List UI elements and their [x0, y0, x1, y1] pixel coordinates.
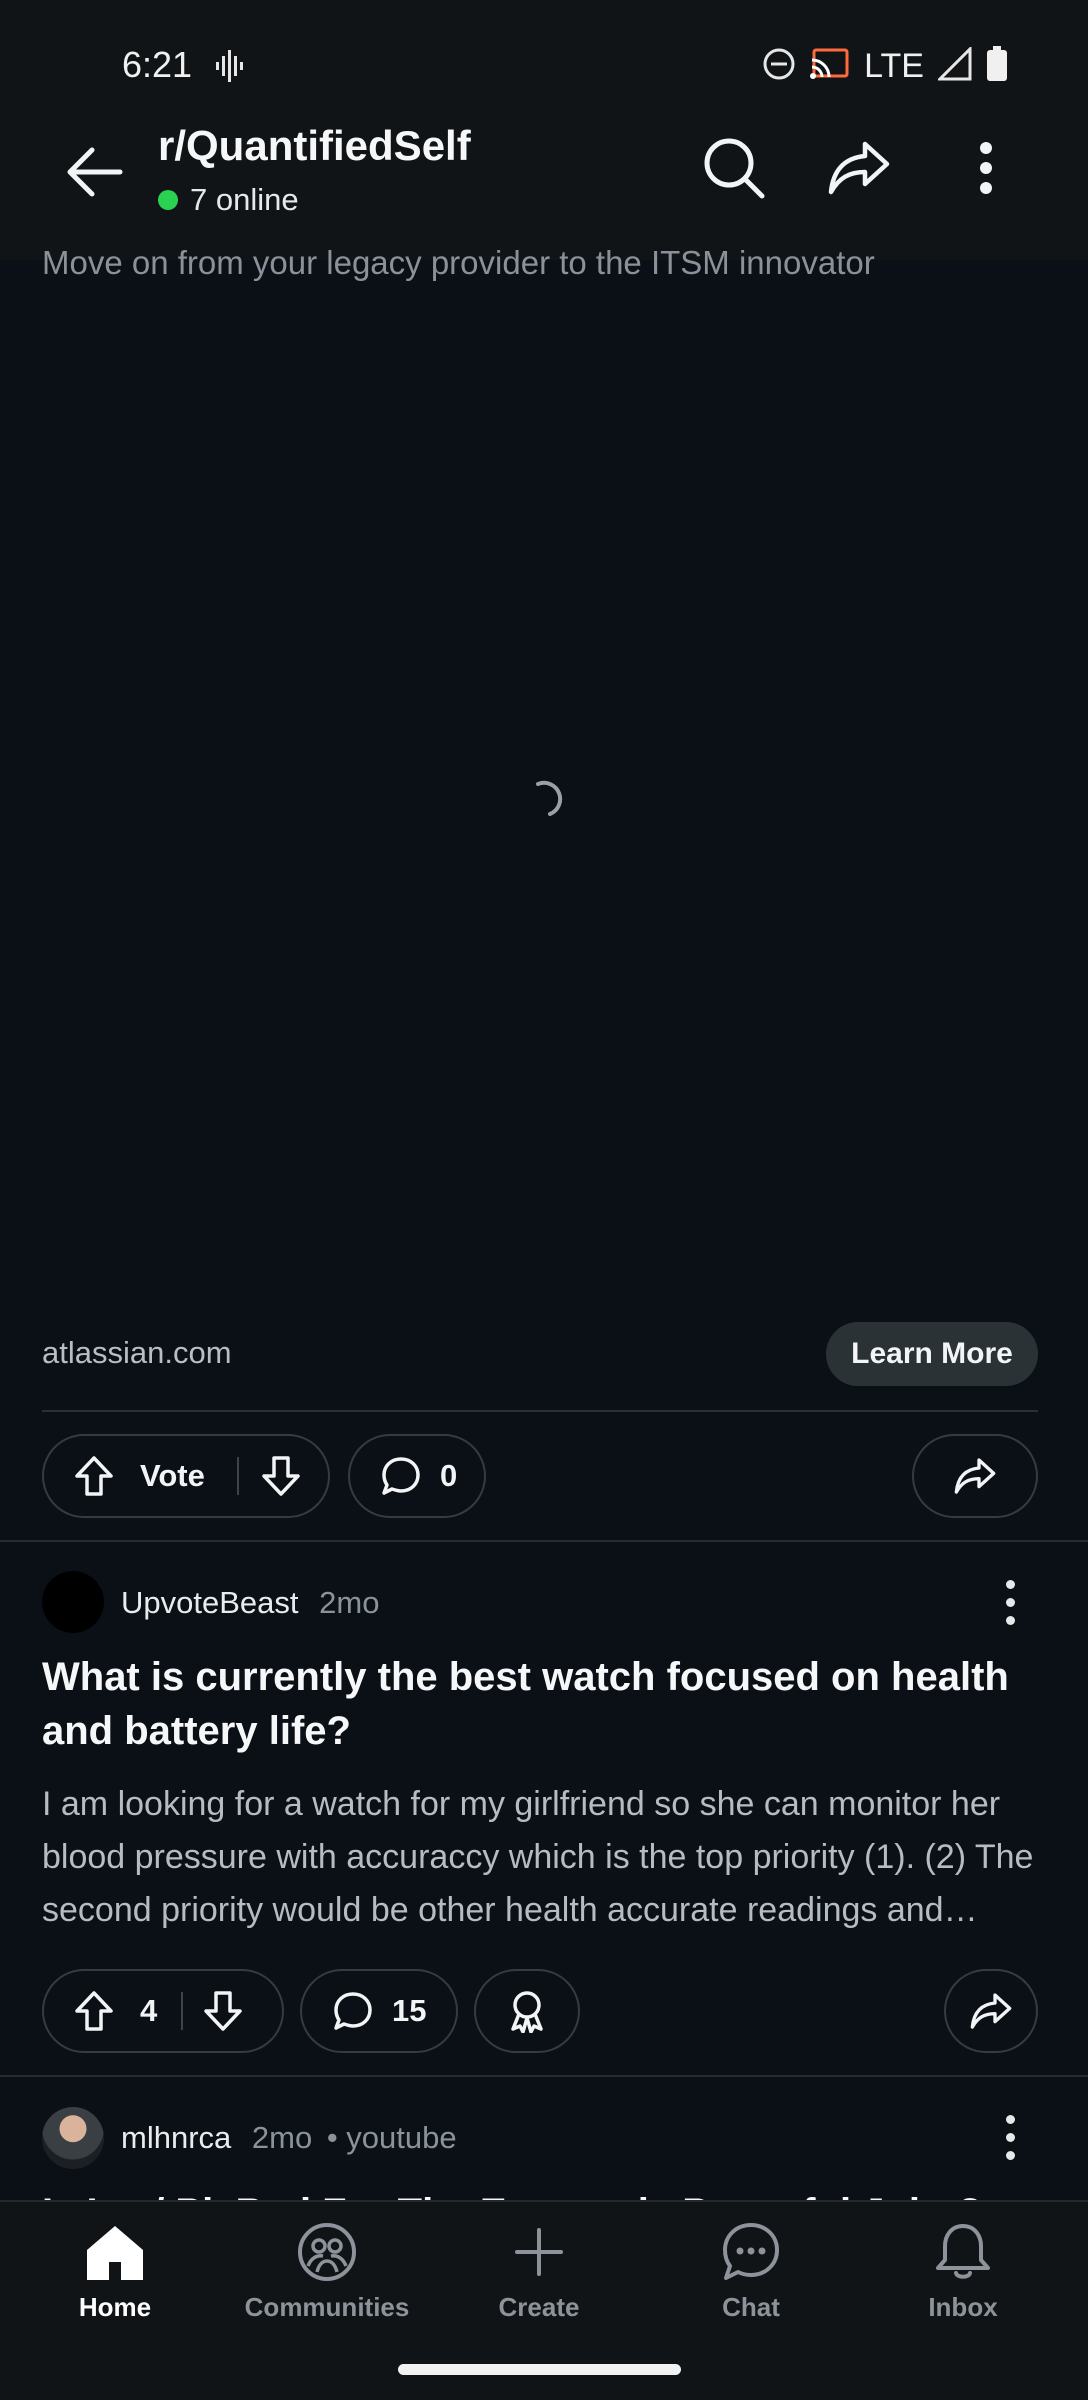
- avatar[interactable]: [42, 2107, 104, 2169]
- avatar[interactable]: [42, 1571, 104, 1633]
- nav-home[interactable]: Home: [25, 2222, 205, 2323]
- online-count: 7 online: [190, 182, 299, 217]
- subreddit-title[interactable]: r/QuantifiedSelf: [158, 122, 471, 170]
- arrow-left-icon: [67, 147, 123, 197]
- ad-share-button[interactable]: [912, 1434, 1038, 1518]
- search-button[interactable]: [698, 132, 770, 204]
- comment-icon: [380, 1455, 422, 1497]
- dot-icon: [1005, 1579, 1015, 1589]
- post-overflow-button[interactable]: [988, 2107, 1032, 2167]
- status-time: 6:21: [122, 44, 193, 85]
- subreddit-header: r/QuantifiedSelf 7 online: [0, 100, 1088, 260]
- share-button[interactable]: [823, 132, 895, 204]
- upvote-arrow-icon: [75, 1456, 113, 1496]
- share-icon: [828, 141, 890, 195]
- status-icons: LTE: [762, 45, 1008, 87]
- post-title[interactable]: Is Ice / Pl. Bad For The Extremely Power…: [42, 2186, 982, 2200]
- home-icon: [87, 2226, 143, 2280]
- award-button[interactable]: [474, 1969, 580, 2053]
- communities-icon: [298, 2223, 356, 2281]
- comment-icon: [332, 1990, 374, 2032]
- overflow-menu-button[interactable]: [950, 132, 1022, 204]
- home-gesture-bar[interactable]: [398, 2364, 681, 2375]
- online-indicator: 7 online: [158, 182, 299, 218]
- back-button[interactable]: [62, 140, 126, 204]
- post-body[interactable]: I am looking for a watch for my girlfrie…: [42, 1778, 1042, 1937]
- upvote-button[interactable]: [74, 1990, 114, 2032]
- comment-count: 0: [440, 1458, 458, 1493]
- dot-icon: [1005, 1597, 1015, 1607]
- battery-icon: [986, 46, 1008, 87]
- search-icon: [704, 138, 765, 199]
- post-meta: UpvoteBeast 2mo: [121, 1585, 379, 1621]
- ad-divider: [42, 1410, 1038, 1412]
- post-overflow-button[interactable]: [988, 1572, 1032, 1632]
- post-title[interactable]: What is currently the best watch focused…: [42, 1650, 1042, 1758]
- nav-communities[interactable]: Communities: [237, 2222, 417, 2323]
- upvote-arrow-icon: [75, 1991, 113, 2031]
- chat-icon: [723, 2223, 779, 2280]
- vote-separator: [236, 1457, 239, 1495]
- downvote-arrow-icon: [262, 1456, 300, 1496]
- nav-home-label: Home: [78, 2292, 152, 2322]
- dot-icon: [1005, 2132, 1015, 2142]
- ad-comments-button[interactable]: 0: [348, 1434, 486, 1518]
- vote-separator: [181, 1992, 184, 2030]
- share-icon: [954, 1458, 996, 1494]
- post-divider: [0, 1540, 1088, 1542]
- award-icon: [511, 1991, 543, 2033]
- online-dot-icon: [158, 190, 178, 210]
- nav-create-label: Create: [498, 2292, 580, 2322]
- post-divider: [0, 2075, 1088, 2077]
- upvote-button[interactable]: [74, 1455, 114, 1497]
- dot-icon: [1005, 2114, 1015, 2124]
- cast-icon: [810, 47, 850, 86]
- ad-subtitle: Move on from your legacy provider to the…: [42, 244, 875, 281]
- post-source[interactable]: • youtube: [327, 2120, 457, 2155]
- downvote-button[interactable]: [261, 1455, 301, 1497]
- dnd-icon: [762, 47, 796, 86]
- nav-inbox-label: Inbox: [928, 2292, 998, 2322]
- comment-count: 15: [392, 1993, 427, 2028]
- signal-icon: [936, 45, 972, 86]
- loading-spinner-icon: [530, 778, 570, 818]
- post-comments-button[interactable]: 15: [300, 1969, 458, 2053]
- nav-inbox[interactable]: Inbox: [873, 2222, 1053, 2323]
- nav-chat-label: Chat: [722, 2292, 780, 2322]
- plus-icon: [515, 2228, 563, 2276]
- dot-icon: [1005, 2150, 1015, 2160]
- post-vote-control: 4: [42, 1969, 284, 2053]
- post-age: 2mo: [319, 1585, 380, 1620]
- learn-more-button[interactable]: Learn More: [826, 1322, 1038, 1386]
- nav-communities-label: Communities: [244, 2292, 410, 2322]
- vote-label: Vote: [140, 1458, 205, 1493]
- post-author[interactable]: mlhnrca: [121, 2120, 231, 2155]
- share-icon: [970, 1993, 1012, 2029]
- post-age: 2mo: [251, 2120, 313, 2155]
- post-share-button[interactable]: [944, 1969, 1038, 2053]
- post-author[interactable]: UpvoteBeast: [121, 1585, 299, 1620]
- vote-score: 4: [140, 1993, 158, 2028]
- nav-create[interactable]: Create: [449, 2222, 629, 2323]
- bell-icon: [936, 2224, 990, 2279]
- dot-icon: [1005, 1615, 1015, 1625]
- vibrate-icon: [216, 50, 246, 87]
- ad-vote-control: Vote: [42, 1434, 330, 1518]
- more-vertical-icon: [980, 142, 992, 194]
- downvote-button[interactable]: [203, 1990, 243, 2032]
- post-meta: mlhnrca 2mo • youtube: [121, 2120, 457, 2156]
- downvote-arrow-icon: [204, 1991, 242, 2031]
- ad-domain[interactable]: atlassian.com: [42, 1335, 232, 1371]
- network-type: LTE: [864, 47, 924, 85]
- nav-chat[interactable]: Chat: [661, 2222, 841, 2323]
